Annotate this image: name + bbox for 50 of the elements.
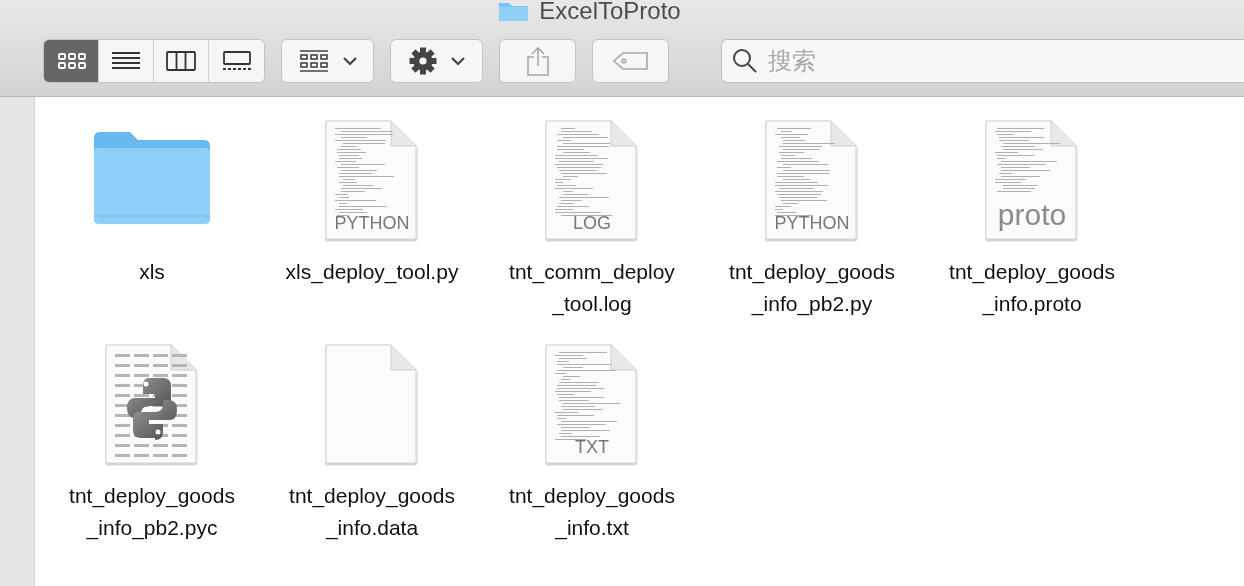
tag-icon bbox=[612, 52, 649, 70]
file-name: tnt_deploy_goods _info_pb2.pyc bbox=[69, 483, 235, 542]
folder-icon bbox=[498, 0, 530, 22]
column-view-button[interactable] bbox=[154, 40, 209, 82]
action-button[interactable] bbox=[390, 39, 483, 83]
share-icon bbox=[525, 46, 550, 76]
file-name: tnt_deploy_goods _info_pb2.py bbox=[729, 259, 895, 318]
settings-icon bbox=[408, 47, 437, 75]
file-item[interactable]: tnt_deploy_goods _info.data bbox=[262, 336, 482, 544]
file-item[interactable]: LOG tnt_comm_deploy _tool.log bbox=[482, 112, 702, 320]
columns-icon bbox=[165, 50, 197, 72]
folder-icon bbox=[92, 130, 212, 226]
group-by-button[interactable] bbox=[281, 39, 374, 83]
icon-view-button[interactable] bbox=[44, 40, 99, 82]
file-name: xls_deploy_tool.py bbox=[285, 259, 459, 286]
file-type-label: TXT bbox=[574, 438, 610, 456]
document-icon bbox=[985, 120, 1079, 242]
chevron-down-icon bbox=[450, 56, 465, 66]
file-name: xls bbox=[139, 259, 165, 285]
list-view-button[interactable] bbox=[99, 40, 154, 82]
document-icon bbox=[325, 344, 419, 466]
file-name: tnt_deploy_goods _info.proto bbox=[949, 259, 1115, 318]
file-type-label: proto bbox=[996, 200, 1068, 230]
file-name: tnt_comm_deploy _tool.log bbox=[509, 259, 675, 318]
gallery-view-button[interactable] bbox=[209, 40, 264, 82]
grid-icon bbox=[55, 50, 87, 72]
python-file-icon bbox=[105, 344, 199, 466]
window-title: ExcelToProto bbox=[539, 0, 681, 23]
list-icon bbox=[110, 50, 142, 72]
search-icon bbox=[732, 48, 758, 74]
file-name: tnt_deploy_goods _info.txt bbox=[509, 483, 675, 542]
grid-icon bbox=[298, 50, 329, 72]
document-icon bbox=[545, 344, 639, 466]
file-item[interactable]: PYTHON tnt_deploy_goods _info_pb2.py bbox=[702, 112, 922, 320]
file-name: tnt_deploy_goods _info.data bbox=[289, 483, 455, 542]
file-type-label: PYTHON bbox=[773, 214, 851, 232]
file-type-label: PYTHON bbox=[333, 214, 411, 232]
chevron-down-icon bbox=[342, 56, 357, 66]
file-item[interactable]: TXT tnt_deploy_goods _info.txt bbox=[482, 336, 702, 544]
document-icon bbox=[765, 120, 859, 242]
file-type-label: LOG bbox=[572, 214, 612, 232]
view-mode-control[interactable] bbox=[43, 39, 265, 83]
file-item[interactable]: PYTHON xls_deploy_tool.py bbox=[262, 112, 482, 320]
search-field[interactable]: 搜索 bbox=[721, 39, 1244, 83]
file-item[interactable]: xls bbox=[42, 112, 262, 320]
document-icon bbox=[545, 120, 639, 242]
file-item[interactable]: proto tnt_deploy_goods _info.proto bbox=[922, 112, 1142, 320]
document-icon bbox=[325, 120, 419, 242]
file-item[interactable]: tnt_deploy_goods _info_pb2.pyc bbox=[42, 336, 262, 544]
gallery-icon bbox=[220, 50, 253, 72]
